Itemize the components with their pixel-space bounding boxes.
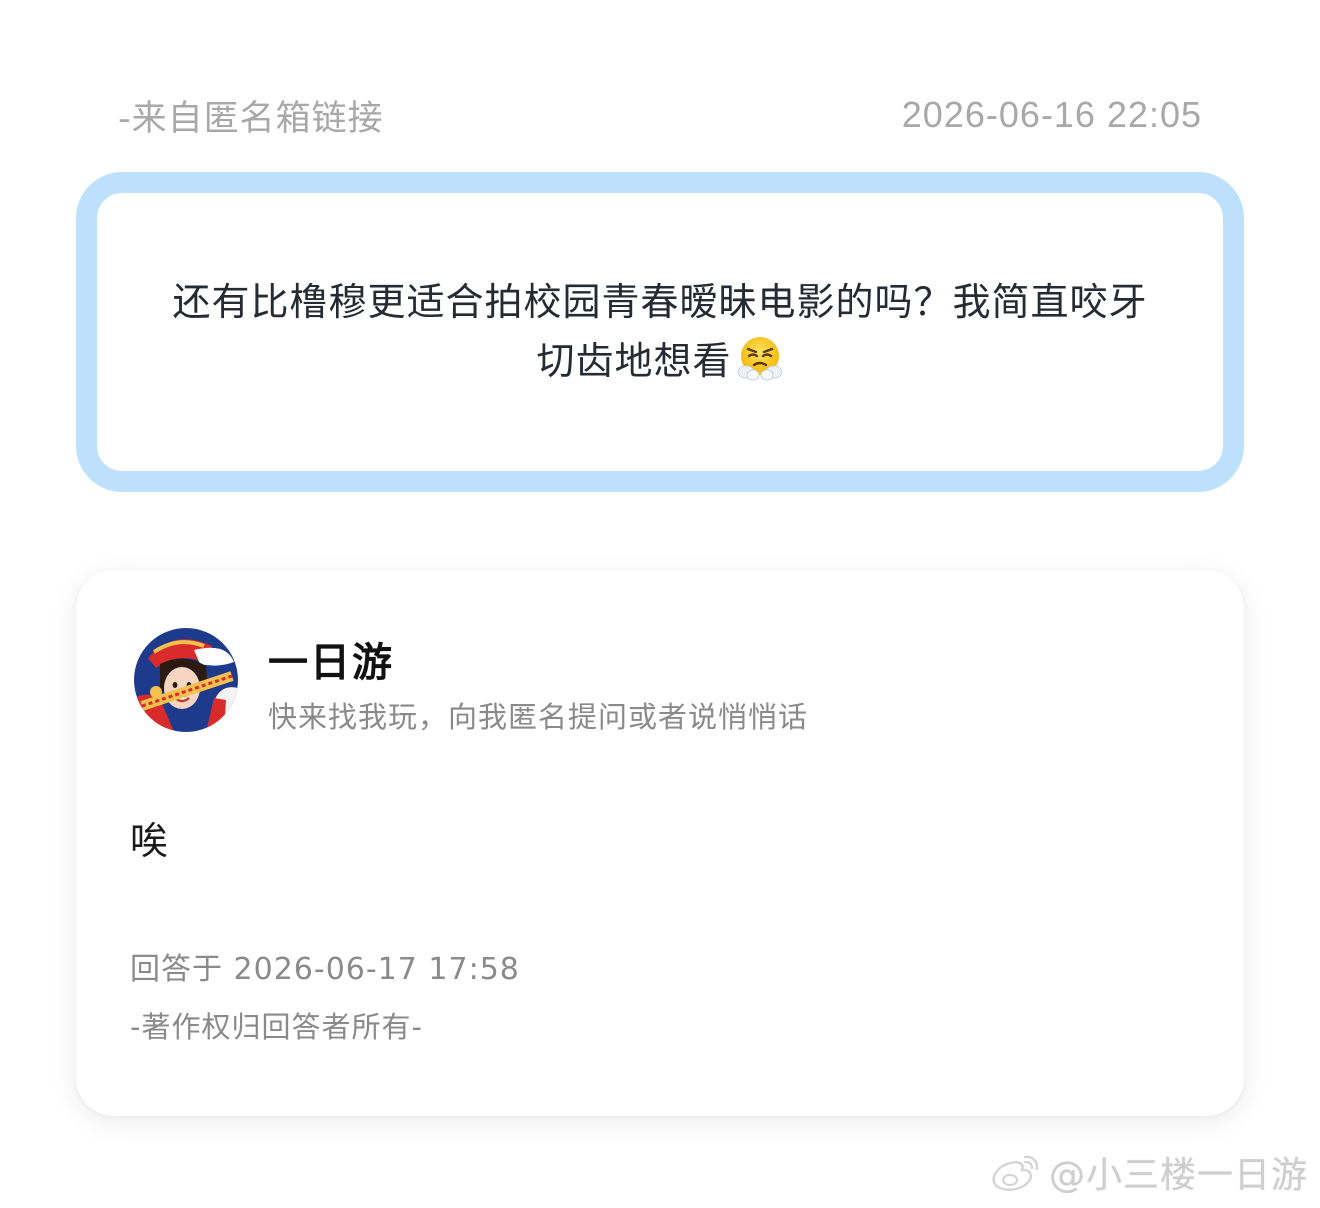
- message-timestamp: 2026-06-16 22:05: [901, 94, 1202, 135]
- answer-text: 唉: [130, 819, 169, 863]
- question-body: 还有比橹穆更适合拍校园青春暧昧电影的吗？我简直咬牙切齿地想看: [155, 273, 1165, 391]
- avatar-image: [134, 628, 238, 732]
- question-text: 还有比橹穆更适合拍校园青春暧昧电影的吗？我简直咬牙切齿地想看: [172, 280, 1148, 383]
- question-card: 还有比橹穆更适合拍校园青春暧昧电影的吗？我简直咬牙切齿地想看: [76, 172, 1244, 492]
- avatar[interactable]: [134, 628, 238, 732]
- user-bio: 快来找我玩，向我匿名提问或者说悄悄话: [268, 700, 809, 734]
- answer-timestamp: 回答于 2026-06-17 17:58: [130, 952, 520, 987]
- weibo-icon: [992, 1155, 1039, 1191]
- watermark-text: @小三楼一日游: [1048, 1155, 1308, 1196]
- message-meta: -来自匿名箱链接 2026-06-16 22:05: [118, 90, 1202, 140]
- face-with-steam-icon: [737, 337, 782, 381]
- answer-card: 一日游 快来找我玩，向我匿名提问或者说悄悄话 唉 回答于 2026-06-17 …: [76, 570, 1244, 1116]
- watermark: @小三楼一日游: [989, 1146, 1308, 1198]
- user-name[interactable]: 一日游: [268, 630, 394, 688]
- copyright-notice: -著作权归回答者所有-: [130, 1010, 423, 1044]
- message-source: -来自匿名箱链接: [118, 98, 384, 139]
